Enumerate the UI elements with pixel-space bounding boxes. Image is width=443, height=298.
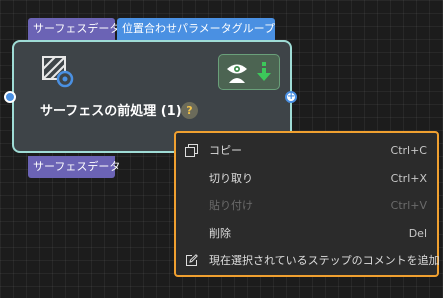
download-arrow-icon[interactable] — [252, 60, 276, 84]
menu-item-delete[interactable]: 削除 Del — [176, 220, 437, 248]
menu-item-label: 貼り付け — [209, 199, 253, 213]
menu-item-cut[interactable]: 切り取り Ctrl+X — [176, 165, 437, 193]
edit-comment-icon — [186, 254, 198, 267]
menu-item-label: 切り取り — [209, 171, 253, 185]
node-title: サーフェスの前処理 (1) — [40, 104, 182, 119]
node-action-group — [218, 54, 280, 90]
surface-preprocess-icon — [42, 56, 74, 88]
menu-item-label: 削除 — [209, 226, 231, 240]
menu-item-shortcut: Del — [408, 226, 427, 240]
menu-item-shortcut: Ctrl+X — [390, 171, 427, 185]
menu-item-label: 現在選択されているステップのコメントを追加 — [209, 254, 440, 268]
output-port-tag: サーフェスデータ — [28, 156, 120, 178]
menu-item-label: コピー — [209, 144, 242, 157]
menu-item-shortcut: Ctrl+C — [390, 144, 427, 157]
add-output-port-button[interactable]: + — [285, 91, 297, 103]
menu-item-copy[interactable]: コピー Ctrl+C — [176, 137, 437, 165]
copy-icon — [185, 144, 198, 157]
help-icon[interactable]: ? — [181, 102, 198, 119]
input-port-tag: サーフェスデータ — [28, 18, 120, 40]
context-menu: コピー Ctrl+C 切り取り Ctrl+X 貼り付け Ctrl+V 削除 De… — [174, 131, 440, 277]
menu-item-shortcut: Ctrl+V — [390, 199, 427, 213]
input-port[interactable] — [4, 91, 16, 103]
eye-person-icon[interactable] — [225, 60, 249, 84]
alignment-param-tag: 位置合わせパラメータグループ — [117, 18, 275, 40]
menu-item-paste: 貼り付け Ctrl+V — [176, 192, 437, 220]
menu-item-add-comment[interactable]: 現在選択されているステップのコメントを追加 — [176, 247, 440, 275]
